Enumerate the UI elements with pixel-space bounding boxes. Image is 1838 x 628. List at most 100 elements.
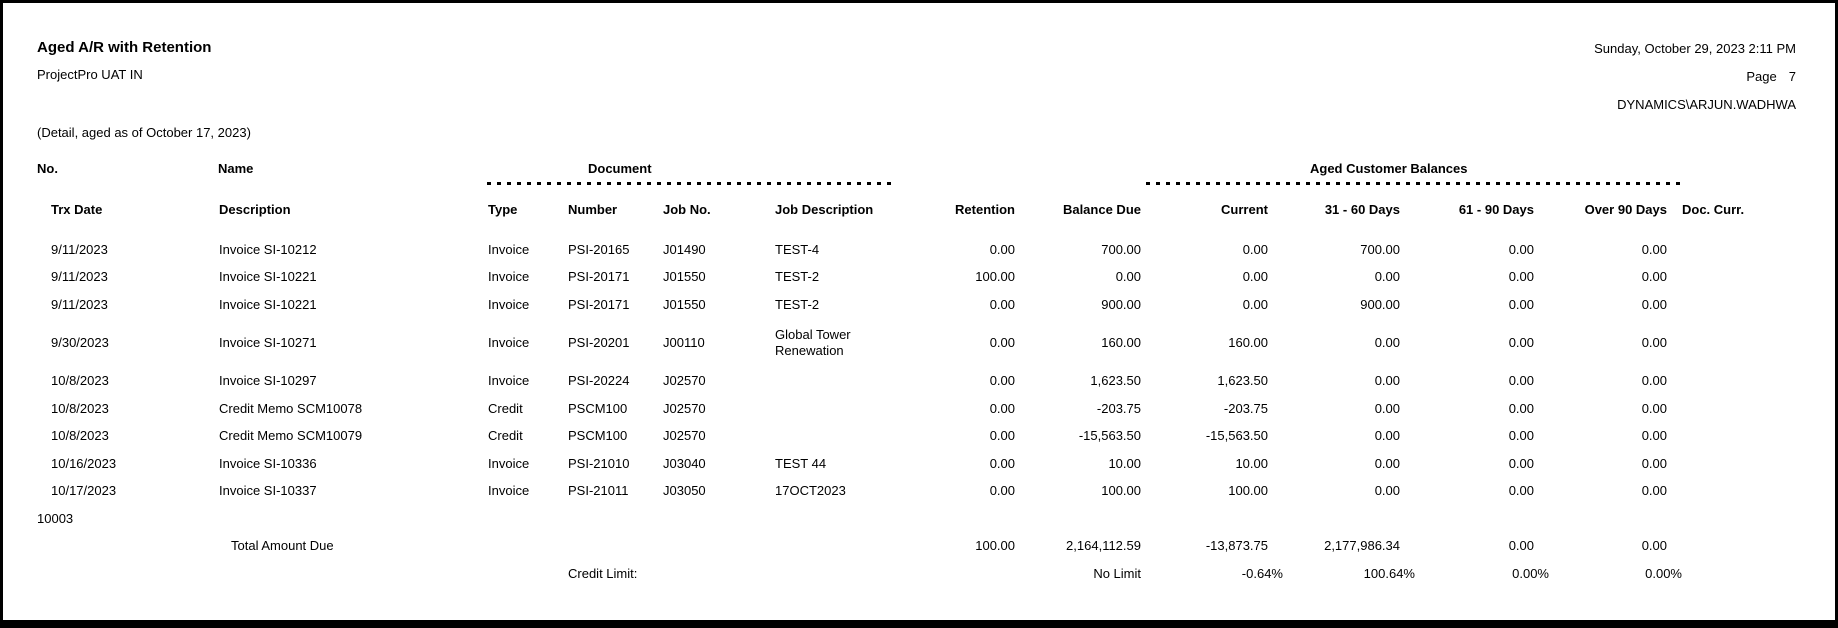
cell-retention: 0.00	[907, 428, 1015, 444]
cell-job-description: TEST-2	[757, 269, 907, 285]
table-row: 10/8/2023 Invoice SI-10297 Invoice PSI-2…	[37, 368, 1797, 396]
cell-balance-due: -203.75	[1015, 401, 1141, 417]
column-header-current: Current	[1141, 202, 1268, 218]
cell-current: 10.00	[1141, 456, 1268, 472]
cell-61-90-days: 0.00	[1400, 242, 1534, 258]
cell-job-description: TEST-4	[757, 242, 907, 258]
cell-balance-due: 100.00	[1015, 483, 1141, 499]
company-name: ProjectPro UAT IN	[37, 67, 143, 83]
cell-31-60-days: 0.00	[1268, 456, 1400, 472]
cell-description: Credit Memo SCM10078	[219, 401, 488, 417]
cell-61-90-days: 0.00	[1400, 428, 1534, 444]
column-header-retention: Retention	[907, 202, 1015, 218]
cell-job-no: J02570	[663, 428, 757, 444]
cell-31-60-days: 700.00	[1268, 242, 1400, 258]
total-61-90-days: 0.00	[1400, 538, 1534, 554]
cell-31-60-days: 0.00	[1268, 483, 1400, 499]
cell-description: Invoice SI-10221	[219, 297, 488, 313]
cell-over-90-days: 0.00	[1534, 401, 1667, 417]
total-balance-due: 2,164,112.59	[1015, 538, 1141, 554]
cell-doc-type: Invoice	[488, 242, 568, 258]
page-label: Page	[1746, 69, 1776, 85]
cell-trx-date: 9/11/2023	[37, 242, 219, 258]
table-row: 10/17/2023 Invoice SI-10337 Invoice PSI-…	[37, 478, 1797, 506]
cell-over-90-days: 0.00	[1534, 297, 1667, 313]
group-header-name: Name	[218, 161, 253, 177]
cell-over-90-days: 0.00	[1534, 428, 1667, 444]
cell-trx-date: 10/8/2023	[37, 373, 219, 389]
cell-trx-date: 10/16/2023	[37, 456, 219, 472]
credit-limit-label: Credit Limit:	[568, 566, 663, 582]
cell-description: Invoice SI-10336	[219, 456, 488, 472]
column-header-type: Type	[488, 202, 568, 218]
cell-description: Invoice SI-10212	[219, 242, 488, 258]
cell-current: 1,623.50	[1141, 373, 1268, 389]
cell-31-60-days: 900.00	[1268, 297, 1400, 313]
total-retention: 100.00	[907, 538, 1015, 554]
credit-limit-31-60-days: 100.64%	[1283, 566, 1415, 582]
cell-doc-type: Invoice	[488, 373, 568, 389]
total-amount-due-label: Total Amount Due	[219, 538, 488, 554]
cell-retention: 0.00	[907, 456, 1015, 472]
cell-current: 100.00	[1141, 483, 1268, 499]
cell-doc-type: Invoice	[488, 269, 568, 285]
customer-number: 10003	[37, 511, 488, 527]
cell-current: 0.00	[1141, 242, 1268, 258]
report-page: Aged A/R with Retention ProjectPro UAT I…	[0, 0, 1838, 628]
cell-doc-number: PSCM100	[568, 401, 663, 417]
cell-job-description: TEST 44	[757, 456, 907, 472]
cell-balance-due: 700.00	[1015, 242, 1141, 258]
cell-doc-type: Credit	[488, 428, 568, 444]
column-header-job-no: Job No.	[663, 202, 757, 218]
cell-balance-due: 10.00	[1015, 456, 1141, 472]
cell-description: Invoice SI-10271	[219, 335, 488, 351]
table-row: 10/16/2023 Invoice SI-10336 Invoice PSI-…	[37, 450, 1797, 478]
cell-retention: 0.00	[907, 373, 1015, 389]
cell-retention: 0.00	[907, 401, 1015, 417]
cell-retention: 100.00	[907, 269, 1015, 285]
cell-balance-due: 900.00	[1015, 297, 1141, 313]
group-header-no: No.	[37, 161, 58, 177]
cell-description: Invoice SI-10297	[219, 373, 488, 389]
cell-doc-number: PSI-20165	[568, 242, 663, 258]
cell-doc-number: PSI-20201	[568, 335, 663, 351]
total-31-60-days: 2,177,986.34	[1268, 538, 1400, 554]
cell-job-no: J01550	[663, 297, 757, 313]
table-row: 9/11/2023 Invoice SI-10212 Invoice PSI-2…	[37, 236, 1797, 264]
credit-limit-61-90-days: 0.00%	[1415, 566, 1549, 582]
cell-trx-date: 9/30/2023	[37, 335, 219, 351]
page-indicator: Page 7	[1746, 69, 1796, 85]
detail-rows: 9/11/2023 Invoice SI-10212 Invoice PSI-2…	[37, 236, 1797, 505]
cell-doc-type: Credit	[488, 401, 568, 417]
cell-current: 160.00	[1141, 335, 1268, 351]
cell-description: Invoice SI-10337	[219, 483, 488, 499]
total-current: -13,873.75	[1141, 538, 1268, 554]
column-header-balance-due: Balance Due	[1015, 202, 1141, 218]
cell-job-description: Global Tower Renewation	[757, 327, 907, 359]
column-header-row: Trx Date Description Type Number Job No.…	[37, 202, 1797, 218]
cell-job-description: TEST-2	[757, 297, 907, 313]
cell-current: -15,563.50	[1141, 428, 1268, 444]
credit-limit-over-90-days: 0.00%	[1549, 566, 1682, 582]
aged-balances-group-dashed-rule	[1146, 182, 1681, 185]
cell-trx-date: 10/8/2023	[37, 428, 219, 444]
customer-number-row: 10003	[37, 505, 1797, 533]
cell-31-60-days: 0.00	[1268, 401, 1400, 417]
cell-over-90-days: 0.00	[1534, 242, 1667, 258]
table-row: 9/11/2023 Invoice SI-10221 Invoice PSI-2…	[37, 291, 1797, 319]
table-body: 9/11/2023 Invoice SI-10212 Invoice PSI-2…	[37, 236, 1797, 588]
cell-current: 0.00	[1141, 269, 1268, 285]
cell-retention: 0.00	[907, 335, 1015, 351]
cell-over-90-days: 0.00	[1534, 335, 1667, 351]
cell-doc-number: PSI-21010	[568, 456, 663, 472]
column-header-number: Number	[568, 202, 663, 218]
cell-over-90-days: 0.00	[1534, 456, 1667, 472]
report-title: Aged A/R with Retention	[37, 39, 211, 57]
column-header-61-90-days: 61 - 90 Days	[1400, 202, 1534, 218]
table-row: 10/8/2023 Credit Memo SCM10078 Credit PS…	[37, 395, 1797, 423]
cell-job-no: J01490	[663, 242, 757, 258]
cell-retention: 0.00	[907, 242, 1015, 258]
cell-61-90-days: 0.00	[1400, 401, 1534, 417]
cell-doc-type: Invoice	[488, 297, 568, 313]
page-number: 7	[1789, 69, 1796, 85]
